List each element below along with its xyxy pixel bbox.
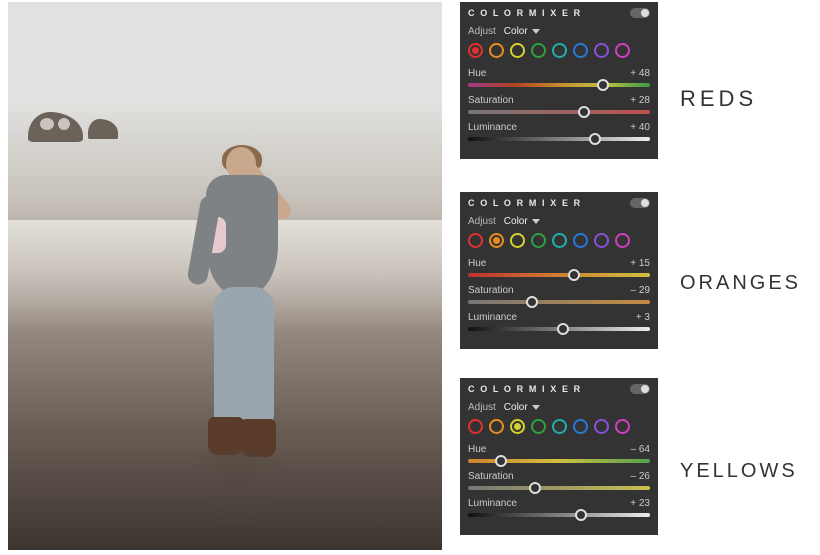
luminance-thumb[interactable] <box>557 323 569 335</box>
photo-subject <box>178 147 298 467</box>
color-swatch[interactable] <box>552 43 567 58</box>
hue-label: Hue <box>468 258 486 269</box>
hue-thumb[interactable] <box>597 79 609 91</box>
luminance-label: Luminance <box>468 122 517 133</box>
panel-toggle[interactable] <box>630 8 650 18</box>
saturation-value: – 26 <box>631 471 650 482</box>
chevron-down-icon <box>532 29 540 34</box>
luminance-label: Luminance <box>468 498 517 509</box>
color-swatch[interactable] <box>594 419 609 434</box>
adjust-label: Adjust <box>468 216 496 227</box>
color-swatch-row <box>468 43 650 58</box>
panel-toggle[interactable] <box>630 198 650 208</box>
color-swatch[interactable] <box>468 233 483 248</box>
color-swatch[interactable] <box>552 233 567 248</box>
saturation-thumb[interactable] <box>526 296 538 308</box>
color-swatch-row <box>468 233 650 248</box>
adjust-label: Adjust <box>468 402 496 413</box>
color-swatch[interactable] <box>531 233 546 248</box>
color-swatch[interactable] <box>510 233 525 248</box>
panel-title: C O L O R M I X E R <box>468 384 582 394</box>
color-mixer-panel: C O L O R M I X E R Adjust Color Hue + 1… <box>460 192 658 349</box>
adjust-select[interactable]: Color <box>504 402 540 413</box>
chevron-down-icon <box>532 219 540 224</box>
color-swatch[interactable] <box>615 419 630 434</box>
color-swatch[interactable] <box>594 233 609 248</box>
luminance-thumb[interactable] <box>575 509 587 521</box>
color-swatch[interactable] <box>510 43 525 58</box>
luminance-value: + 3 <box>636 312 650 323</box>
color-mixer-panel: C O L O R M I X E R Adjust Color Hue + 4… <box>460 2 658 159</box>
saturation-slider[interactable] <box>468 300 650 304</box>
color-swatch[interactable] <box>573 43 588 58</box>
saturation-slider[interactable] <box>468 486 650 490</box>
hue-slider[interactable] <box>468 273 650 277</box>
saturation-value: + 28 <box>630 95 650 106</box>
hue-slider[interactable] <box>468 459 650 463</box>
color-swatch[interactable] <box>594 43 609 58</box>
section-label-reds: REDS <box>680 86 757 112</box>
saturation-thumb[interactable] <box>578 106 590 118</box>
section-label-oranges: ORANGES <box>680 272 801 295</box>
color-swatch[interactable] <box>615 233 630 248</box>
chevron-down-icon <box>532 405 540 410</box>
luminance-label: Luminance <box>468 312 517 323</box>
hue-thumb[interactable] <box>568 269 580 281</box>
luminance-value: + 40 <box>630 122 650 133</box>
luminance-slider[interactable] <box>468 327 650 331</box>
adjust-select[interactable]: Color <box>504 216 540 227</box>
panel-title: C O L O R M I X E R <box>468 198 582 208</box>
color-swatch[interactable] <box>468 43 483 58</box>
hue-thumb[interactable] <box>495 455 507 467</box>
saturation-value: – 29 <box>631 285 650 296</box>
panel-title: C O L O R M I X E R <box>468 8 582 18</box>
photo-rocks <box>28 104 123 144</box>
luminance-slider[interactable] <box>468 137 650 141</box>
hue-value: + 48 <box>630 68 650 79</box>
color-swatch[interactable] <box>573 419 588 434</box>
luminance-thumb[interactable] <box>589 133 601 145</box>
saturation-label: Saturation <box>468 95 514 106</box>
color-swatch[interactable] <box>531 43 546 58</box>
color-swatch[interactable] <box>489 233 504 248</box>
hue-value: – 64 <box>631 444 650 455</box>
saturation-label: Saturation <box>468 285 514 296</box>
adjust-label: Adjust <box>468 26 496 37</box>
luminance-value: + 23 <box>630 498 650 509</box>
color-swatch[interactable] <box>573 233 588 248</box>
color-swatch[interactable] <box>489 419 504 434</box>
color-swatch[interactable] <box>615 43 630 58</box>
panel-toggle[interactable] <box>630 384 650 394</box>
adjust-select[interactable]: Color <box>504 26 540 37</box>
hue-label: Hue <box>468 68 486 79</box>
hue-label: Hue <box>468 444 486 455</box>
hue-slider[interactable] <box>468 83 650 87</box>
luminance-slider[interactable] <box>468 513 650 517</box>
color-swatch[interactable] <box>468 419 483 434</box>
color-swatch[interactable] <box>531 419 546 434</box>
color-swatch[interactable] <box>510 419 525 434</box>
color-mixer-panel: C O L O R M I X E R Adjust Color Hue – 6… <box>460 378 658 535</box>
saturation-slider[interactable] <box>468 110 650 114</box>
hue-value: + 15 <box>630 258 650 269</box>
preview-photo <box>8 2 442 550</box>
saturation-label: Saturation <box>468 471 514 482</box>
section-label-yellows: YELLOWS <box>680 460 798 483</box>
color-swatch-row <box>468 419 650 434</box>
color-swatch[interactable] <box>489 43 504 58</box>
color-swatch[interactable] <box>552 419 567 434</box>
saturation-thumb[interactable] <box>529 482 541 494</box>
